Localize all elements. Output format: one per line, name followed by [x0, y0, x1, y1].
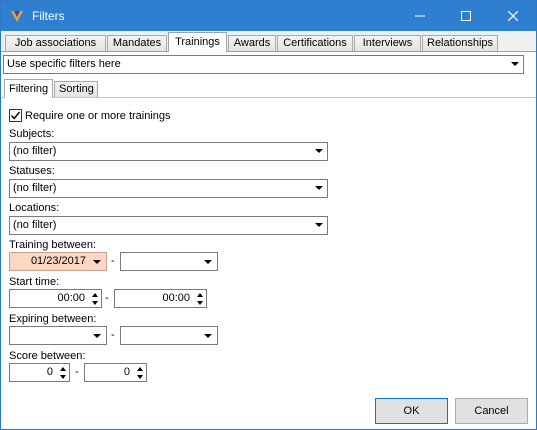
spin-down-icon[interactable]	[60, 375, 66, 379]
require-trainings-checkbox[interactable]	[9, 109, 22, 122]
app-logo-icon	[11, 11, 23, 22]
require-trainings-label: Require one or more trainings	[25, 110, 171, 122]
range-separator: -	[111, 329, 115, 341]
dropdown-arrow-icon	[315, 149, 323, 153]
maximize-button[interactable]	[443, 1, 489, 31]
spin-up-icon[interactable]	[60, 367, 66, 371]
tab-job-associations[interactable]: Job associations	[5, 35, 106, 52]
score-from-value: 0	[46, 366, 53, 378]
minimize-icon	[415, 15, 425, 17]
spin-up-icon[interactable]	[197, 293, 203, 297]
expiring-to-date-picker[interactable]	[120, 326, 218, 345]
score-to-spinner[interactable]: 0	[84, 363, 147, 382]
statuses-combo[interactable]: (no filter)	[9, 179, 328, 198]
start-time-from-value: 00:00	[57, 292, 85, 304]
window-title: Filters	[32, 9, 65, 23]
range-separator: -	[105, 292, 109, 304]
score-between-label: Score between:	[9, 350, 86, 362]
start-time-from-spinner[interactable]: 00:00	[9, 289, 102, 308]
score-from-spinner[interactable]: 0	[9, 363, 70, 382]
spin-up-icon[interactable]	[137, 367, 143, 371]
dropdown-arrow-icon	[204, 260, 212, 264]
subjects-label: Subjects:	[9, 128, 55, 140]
sub-tab-strip: Filtering Sorting	[1, 79, 536, 98]
training-from-value: 01/23/2017	[30, 255, 86, 267]
statuses-label: Statuses:	[9, 165, 55, 177]
dropdown-arrow-icon	[93, 334, 101, 338]
spin-up-icon[interactable]	[92, 293, 98, 297]
expiring-from-date-picker[interactable]	[9, 326, 107, 345]
tab-interviews[interactable]: Interviews	[354, 35, 421, 52]
start-time-to-spinner[interactable]: 00:00	[114, 289, 207, 308]
subtab-sorting[interactable]: Sorting	[54, 81, 98, 98]
cancel-button[interactable]: Cancel	[455, 398, 528, 424]
tab-trainings[interactable]: Trainings	[168, 32, 227, 52]
title-bar: Filters	[1, 1, 536, 31]
close-button[interactable]	[490, 1, 536, 31]
tab-certifications[interactable]: Certifications	[277, 35, 353, 52]
start-time-label: Start time:	[9, 276, 60, 288]
locations-label: Locations:	[9, 202, 60, 214]
filters-window: Filters Job associations Mandates Traini…	[0, 0, 537, 430]
dropdown-arrow-icon	[315, 223, 323, 227]
tab-relationships[interactable]: Relationships	[422, 35, 498, 52]
checkmark-icon	[10, 111, 21, 120]
range-separator: -	[111, 255, 115, 267]
spin-down-icon[interactable]	[197, 301, 203, 305]
range-separator: -	[75, 366, 79, 378]
spin-down-icon[interactable]	[137, 375, 143, 379]
score-to-value: 0	[123, 366, 130, 378]
training-from-date-picker[interactable]: 01/23/2017	[9, 252, 107, 271]
subjects-value: (no filter)	[13, 145, 57, 157]
maximize-icon	[461, 11, 471, 21]
ok-button[interactable]: OK	[375, 398, 448, 424]
locations-combo[interactable]: (no filter)	[9, 216, 328, 235]
minimize-button[interactable]	[397, 1, 443, 31]
filter-mode-combo[interactable]: Use specific filters here	[3, 55, 524, 74]
dropdown-arrow-icon	[204, 334, 212, 338]
tab-mandates[interactable]: Mandates	[107, 35, 167, 52]
filter-mode-value: Use specific filters here	[7, 58, 121, 70]
locations-value: (no filter)	[13, 219, 57, 231]
main-tab-strip: Job associations Mandates Trainings Awar…	[1, 31, 536, 52]
spin-down-icon[interactable]	[92, 301, 98, 305]
training-between-label: Training between:	[9, 239, 97, 251]
dropdown-arrow-icon	[93, 260, 101, 264]
subtab-divider	[1, 97, 536, 98]
start-time-to-value: 00:00	[162, 292, 190, 304]
subjects-combo[interactable]: (no filter)	[9, 142, 328, 161]
tab-awards[interactable]: Awards	[228, 35, 276, 52]
statuses-value: (no filter)	[13, 182, 57, 194]
dropdown-arrow-icon	[511, 62, 519, 66]
close-icon	[508, 11, 518, 21]
training-to-date-picker[interactable]	[120, 252, 218, 271]
expiring-between-label: Expiring between:	[9, 313, 97, 325]
dropdown-arrow-icon	[315, 186, 323, 190]
subtab-filtering[interactable]: Filtering	[4, 79, 53, 98]
